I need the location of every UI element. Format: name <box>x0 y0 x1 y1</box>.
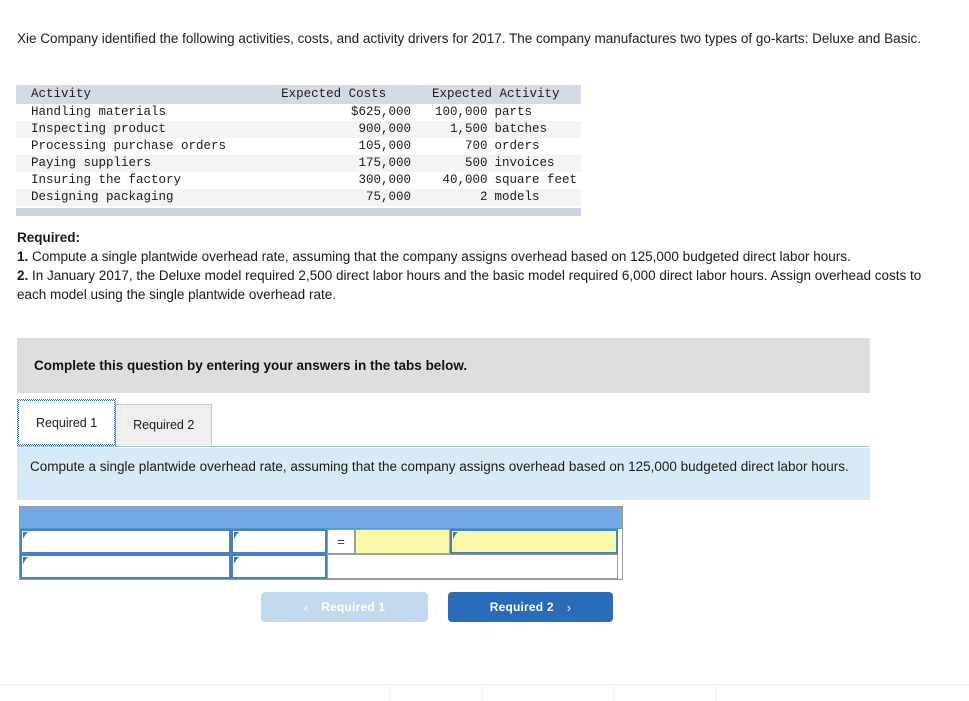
table-row: Processing purchase orders 105,000 700 orde… <box>16 138 581 155</box>
cell-expected-cost: 175,000 <box>281 155 412 172</box>
dropdown-triangle-icon <box>23 532 28 539</box>
cell-activity: Paying suppliers <box>16 155 282 172</box>
answer-cell-blank-2 <box>327 554 618 579</box>
chevron-right-icon: › <box>566 599 572 615</box>
bottom-separator <box>389 686 390 701</box>
table-footer-bar <box>16 208 581 216</box>
cell-activity-unit: square feet <box>494 173 578 187</box>
table-row: Inspecting product 900,000 1,500 batches <box>16 121 581 138</box>
cell-expected-cost: 75,000 <box>281 189 412 206</box>
cell-activity: Insuring the factory <box>31 173 182 187</box>
answer-cell-result-1[interactable] <box>355 529 450 554</box>
cell-expected-cost: $625,000 <box>351 105 412 119</box>
bottom-separator <box>482 686 483 701</box>
tab-required-2-label: Required 2 <box>133 418 195 432</box>
required-item-1: 1. Compute a single plantwide overhead r… <box>17 249 851 264</box>
cell-activity-unit: orders <box>494 139 540 153</box>
cell-activity-qty: 700 <box>465 139 488 153</box>
answer-grid-row-2 <box>20 554 622 579</box>
table-row: Paying suppliers 175,000 500 invoices <box>16 155 581 172</box>
cell-activity-qty: 2 <box>411 189 488 206</box>
cell-expected-cost: 105,000 <box>358 139 412 153</box>
instruction-banner-text: Complete this question by entering your … <box>34 358 468 373</box>
tab-required-2[interactable]: Required 2 <box>115 404 213 445</box>
required-section: Required: 1. Compute a single plantwide … <box>17 228 949 304</box>
dropdown-triangle-icon <box>23 557 28 564</box>
tab-required-1-label: Required 1 <box>36 415 98 430</box>
cell-activity: Processing purchase orders <box>31 139 227 153</box>
cell-activity-qty: 40,000 <box>442 173 488 187</box>
table-row: Handling materials $625,000 100,000 parts <box>16 104 581 121</box>
answer-grid-row-1: = <box>20 529 622 554</box>
dropdown-triangle-icon <box>234 532 239 539</box>
bottom-toolbar <box>0 685 969 701</box>
cell-activity-unit: models <box>487 189 581 206</box>
question-intro-text: Xie Company identified the following act… <box>17 31 921 46</box>
next-button-label: Required 2 <box>489 600 554 614</box>
tab-underline <box>17 446 870 447</box>
cell-activity: Designing packaging <box>16 189 282 206</box>
cell-activity-unit: parts <box>494 105 533 119</box>
chevron-left-icon: ‹ <box>303 599 309 615</box>
bottom-separator <box>715 686 716 701</box>
next-required-2-button[interactable]: Required 2 › <box>448 592 613 622</box>
activity-data-table: Activity Expected Costs Expected Activit… <box>16 85 581 216</box>
dropdown-triangle-icon <box>453 532 458 539</box>
cell-activity-unit: invoices <box>487 155 581 172</box>
bottom-separator <box>613 686 614 701</box>
required-item-2: 2. In January 2017, the Deluxe model req… <box>17 268 922 302</box>
instruction-banner: Complete this question by entering your … <box>17 338 870 393</box>
cell-expected-cost: 900,000 <box>281 121 412 138</box>
cell-expected-cost: 300,000 <box>358 173 412 187</box>
answer-cell-value-2[interactable] <box>231 554 327 579</box>
question-page: Xie Company identified the following act… <box>0 0 969 701</box>
header-expected-costs: Expected Costs <box>281 85 412 104</box>
answer-cell-label-1[interactable] <box>20 529 231 554</box>
header-activity: Activity <box>16 85 282 104</box>
answer-grid-header-row <box>20 507 622 529</box>
previous-button-label: Required 1 <box>321 600 386 614</box>
tab-instruction-panel: Compute a single plantwide overhead rate… <box>17 448 870 500</box>
tab-navigation: ‹ Required 1 Required 2 › <box>261 592 613 622</box>
tab-required-1[interactable]: Required 1 <box>16 399 117 446</box>
header-expected-activity: Expected Activity <box>411 85 581 104</box>
cell-activity: Inspecting product <box>16 121 282 138</box>
answer-entry-grid: = <box>19 506 623 580</box>
table-row: Insuring the factory 300,000 40,000 square … <box>16 172 581 189</box>
dropdown-triangle-icon <box>234 557 239 564</box>
equals-symbol-cell: = <box>327 529 355 554</box>
cell-activity-unit: batches <box>487 121 581 138</box>
tab-bar: Required 1 Required 2 <box>16 399 213 446</box>
previous-required-1-button[interactable]: ‹ Required 1 <box>261 592 428 622</box>
cell-activity: Handling materials <box>31 105 167 119</box>
required-label: Required: <box>17 230 81 245</box>
answer-cell-label-2[interactable] <box>20 554 231 579</box>
answer-cell-result-unit-1[interactable] <box>450 529 618 554</box>
answer-cell-value-1[interactable] <box>231 529 327 554</box>
cell-activity-qty: 100,000 <box>435 105 488 119</box>
table-header-row: Activity Expected Costs Expected Activit… <box>16 85 581 104</box>
cell-activity-qty: 500 <box>411 155 488 172</box>
cell-activity-qty: 1,500 <box>411 121 488 138</box>
table-row: Designing packaging 75,000 2 models <box>16 189 581 206</box>
